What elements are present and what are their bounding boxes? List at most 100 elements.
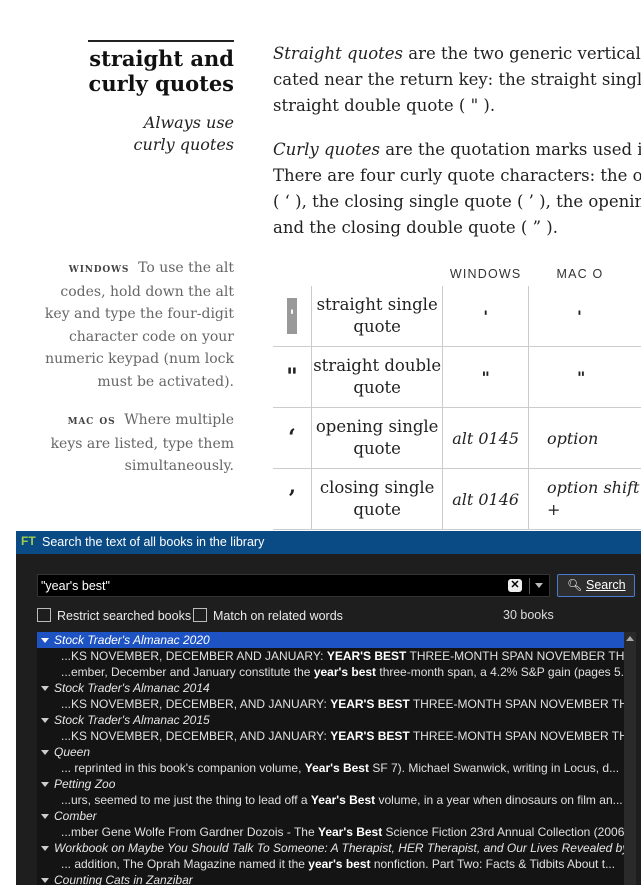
subheading-line-2: curly quotes — [133, 135, 234, 154]
snippet-match: year's best — [308, 857, 371, 871]
glyph-cell: ' — [273, 286, 312, 347]
result-book-item[interactable]: Petting Zoo — [37, 776, 624, 792]
section-subheading: Always use curly quotes — [134, 112, 234, 156]
snippet-post: three-month span, a 4.2% S&P gain (pages… — [376, 665, 624, 679]
mac-note: mac os Where multiple keys are listed, t… — [34, 409, 234, 478]
name-cell: straight single quote — [311, 286, 444, 347]
snippet-post: THREE-MONTH SPAN NOVEMBER THROUG... — [412, 729, 624, 743]
expand-triangle-icon[interactable] — [41, 749, 49, 755]
snippet-pre: ...KS NOVEMBER, DECEMBER, AND JANUARY: — [61, 697, 331, 711]
heading-line-2: curly quotes — [88, 71, 234, 96]
expand-triangle-icon[interactable] — [41, 781, 49, 787]
search-icon: 🔍︎ — [567, 578, 583, 592]
subheading-line-1: Always use — [143, 113, 234, 132]
table-row: ’ closing single quote alt 0146 option s… — [273, 468, 641, 530]
snippet-match: year's best — [313, 665, 377, 679]
result-book-item[interactable]: Comber — [37, 808, 624, 824]
expand-triangle-icon[interactable] — [41, 717, 49, 723]
book-title: Comber — [54, 809, 97, 823]
results-scrollbar[interactable] — [624, 632, 636, 885]
snippet-match: YEAR'S BEST — [330, 729, 410, 743]
snippet-pre: ...mber Gene Wolfe From Gardner Dozois -… — [61, 825, 318, 839]
book-title: Counting Cats in Zanzibar — [54, 873, 193, 885]
result-snippet-item[interactable]: ...ember, December and January constitut… — [37, 664, 624, 680]
name-cell: closing single quote — [311, 468, 444, 530]
result-snippet-item[interactable]: ... reprinted in this book's companion v… — [37, 760, 624, 776]
windows-cell: " — [442, 346, 529, 408]
result-book-item[interactable]: Stock Trader's Almanac 2014 — [37, 680, 624, 696]
snippet-pre: ...KS NOVEMBER, DECEMBER, AND JANUARY: — [61, 729, 331, 743]
snippet-pre: ...ember, December and January constitut… — [61, 665, 314, 679]
result-count: 30 books — [503, 608, 554, 622]
result-snippet-item[interactable]: ...KS NOVEMBER, DECEMBER, AND JANUARY: Y… — [37, 728, 624, 744]
result-book-item[interactable]: Counting Cats in Zanzibar — [37, 872, 624, 885]
header-glyph — [273, 262, 312, 286]
dialog-titlebar[interactable]: FT Search the text of all books in the l… — [16, 531, 641, 554]
name-cell: straight double quote — [311, 346, 444, 408]
result-snippet-item[interactable]: ...KS NOVEMBER, DECEMBER AND JANUARY: YE… — [37, 648, 624, 664]
mac-cell: " — [528, 346, 641, 408]
result-snippet-item[interactable]: ...mber Gene Wolfe From Gardner Dozois -… — [37, 824, 624, 840]
result-book-item[interactable]: Stock Trader's Almanac 2020 — [37, 632, 624, 648]
checkbox-box[interactable] — [37, 608, 51, 622]
para-line: Straight quotes are the two generic vert… — [273, 44, 641, 63]
dropdown-separator — [529, 578, 530, 594]
expand-triangle-icon[interactable] — [41, 637, 49, 643]
checkbox-box[interactable] — [193, 608, 207, 622]
result-book-item[interactable]: Workbook on Maybe You Should Talk To Som… — [37, 840, 624, 856]
result-book-item[interactable]: Queen — [37, 744, 624, 760]
para-line: Curly quotes are the quotation marks use… — [273, 140, 641, 159]
result-snippet-item[interactable]: ...KS NOVEMBER, DECEMBER, AND JANUARY: Y… — [37, 696, 624, 712]
heading-line-1: straight and — [89, 46, 234, 71]
snippet-post: THREE-MONTH SPAN NOVEMBER THROUG... — [412, 697, 624, 711]
related-words-checkbox[interactable]: Match on related words — [193, 608, 343, 623]
scroll-up-icon[interactable] — [626, 636, 634, 641]
windows-note: windows To use the alt codes, hold down … — [34, 257, 234, 393]
para-line: and the closing double quote ( ” ). — [273, 218, 558, 237]
clear-icon[interactable]: ✕ — [508, 579, 522, 592]
quotes-table: WINDOWS MAC O ' straight single quote ' … — [273, 262, 641, 530]
glyph-cell: ‘ — [273, 407, 312, 469]
name-cell: opening single quote — [311, 407, 444, 469]
header-mac: MAC O — [556, 267, 604, 281]
search-button-label: Search — [586, 578, 626, 592]
app-logo-icon: FT — [21, 534, 36, 548]
result-snippet-item[interactable]: ... addition, The Oprah Magazine named i… — [37, 856, 624, 872]
mac-cell: ' — [528, 286, 641, 347]
related-words-label: Match on related words — [213, 609, 343, 623]
snippet-match: Year's Best — [310, 793, 376, 807]
restrict-books-label: Restrict searched books — [57, 609, 192, 623]
glyph-cell: ’ — [273, 468, 312, 530]
snippet-match: YEAR'S BEST — [326, 649, 407, 663]
chevron-down-icon[interactable] — [535, 583, 543, 588]
windows-note-text: To use the alt codes, hold down the alt … — [44, 260, 234, 390]
heading-rule — [88, 40, 234, 42]
snippet-post: Science Fiction 23rd Annual Collection (… — [382, 825, 624, 839]
snippet-post: SF 7). Michael Swanwick, writing in Locu… — [368, 761, 620, 775]
windows-cell: alt 0145 — [442, 407, 529, 469]
result-book-item[interactable]: Stock Trader's Almanac 2015 — [37, 712, 624, 728]
restrict-books-checkbox[interactable]: Restrict searched books — [37, 608, 191, 623]
snippet-pre: ... reprinted in this book's companion v… — [61, 761, 305, 775]
windows-note-label: windows — [68, 261, 130, 276]
result-snippet-item[interactable]: ...urs, seemed to me just the thing to l… — [37, 792, 624, 808]
snippet-post: THREE-MONTH SPAN NOVEMBER THROUG... — [409, 649, 625, 663]
para-line: straight double quote ( " ). — [273, 96, 496, 115]
search-input[interactable] — [41, 577, 501, 594]
search-combobox[interactable]: ✕ — [37, 574, 550, 597]
mac-note-label: mac os — [67, 413, 116, 428]
table-row: ' straight single quote ' ' — [273, 286, 641, 347]
results-tree[interactable]: Stock Trader's Almanac 2020 ...KS NOVEMBE… — [37, 632, 624, 885]
search-button[interactable]: 🔍︎ Search — [557, 574, 635, 597]
header-name — [312, 262, 443, 286]
expand-triangle-icon[interactable] — [41, 877, 49, 883]
book-title: Stock Trader's Almanac 2015 — [54, 713, 210, 727]
windows-cell: alt 0146 — [442, 468, 529, 530]
table-row: ‘ opening single quote alt 0145 option — [273, 407, 641, 469]
snippet-post: volume, in a year when dinosaurs on film… — [375, 793, 623, 807]
expand-triangle-icon[interactable] — [41, 685, 49, 691]
expand-triangle-icon[interactable] — [41, 813, 49, 819]
book-page: straight and curly quotes Always use cur… — [0, 0, 641, 530]
expand-triangle-icon[interactable] — [41, 845, 49, 851]
snippet-post: nonfiction. Part Two: Facts & Tidbits Ab… — [370, 857, 616, 871]
